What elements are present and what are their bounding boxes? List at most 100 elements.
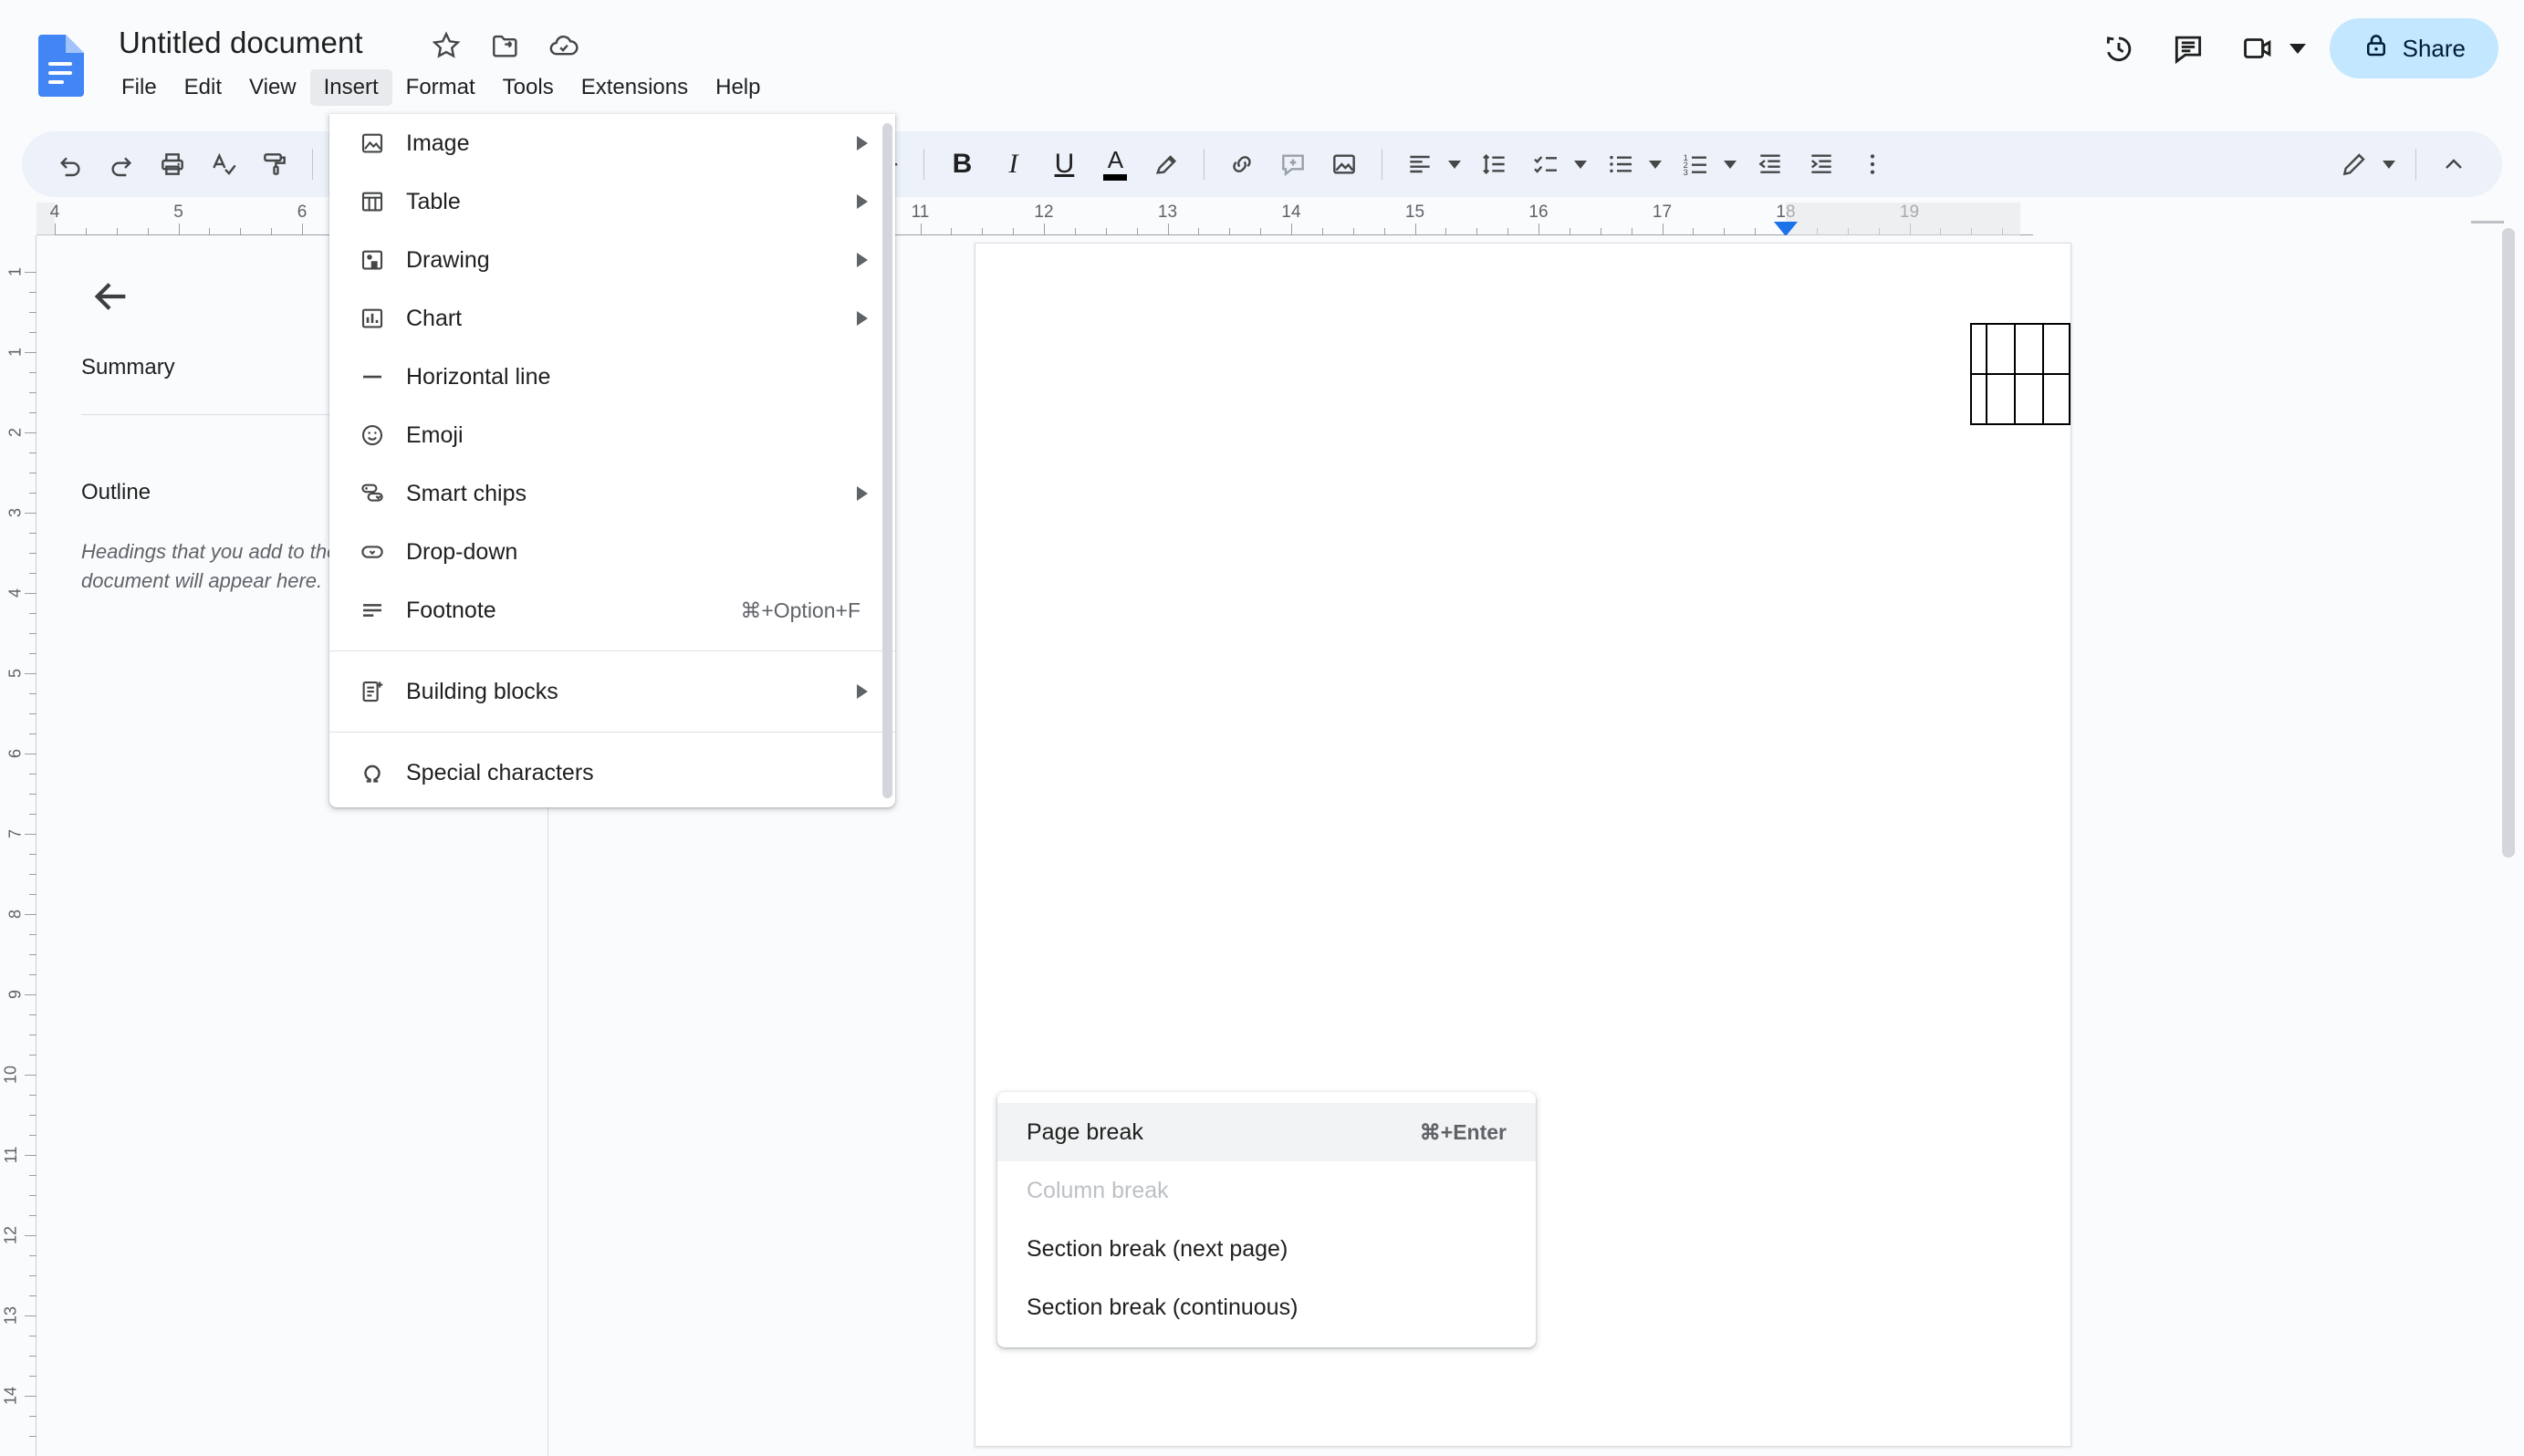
table-row[interactable] (1970, 373, 2071, 425)
chevron-down-icon[interactable] (1649, 160, 1663, 169)
print-icon[interactable] (148, 140, 197, 189)
vruler-minor-tick (29, 1376, 37, 1377)
pencil-icon[interactable] (2330, 140, 2379, 189)
vruler-minor-tick (29, 1175, 37, 1176)
align-left-icon[interactable] (1395, 140, 1445, 189)
insert-menu-item-building-blocks[interactable]: Building blocks (329, 662, 895, 721)
ruler-major-tick (1044, 224, 1045, 235)
menu-help[interactable]: Help (702, 69, 774, 106)
menu-tools[interactable]: Tools (489, 69, 568, 106)
chevron-down-icon[interactable] (1574, 160, 1588, 169)
table-cell[interactable] (1985, 323, 2016, 375)
document-table[interactable] (1970, 323, 2071, 425)
ruler-margin-right (1786, 203, 2021, 235)
chevron-up-icon[interactable] (2429, 140, 2478, 189)
insert-menu-item-chart[interactable]: Chart (329, 289, 895, 348)
insert-menu-item-table[interactable]: Table (329, 172, 895, 231)
bold-button[interactable]: B (937, 140, 986, 189)
chevron-down-icon[interactable] (1724, 160, 1737, 169)
insert-menu-item-horizontal-line[interactable]: Horizontal line (329, 348, 895, 406)
menu-view[interactable]: View (235, 69, 310, 106)
back-arrow-icon[interactable] (90, 276, 132, 317)
menu-edit[interactable]: Edit (171, 69, 235, 106)
insert-menu[interactable]: Image Table Drawing Chart Horizontal line Emo… (329, 114, 895, 807)
table-row[interactable] (1970, 323, 2071, 375)
table-cell[interactable] (2041, 323, 2071, 375)
insert-menu-item-equation[interactable]: 2Equation (329, 802, 895, 807)
decrease-indent-icon[interactable] (1746, 140, 1795, 189)
chevron-down-icon[interactable] (1448, 160, 1462, 169)
vruler-minor-tick (29, 1055, 37, 1056)
table-cell[interactable] (2013, 373, 2044, 425)
insert-menu-item-drop-down[interactable]: Drop-down (329, 523, 895, 581)
table-cell[interactable] (1970, 373, 1987, 425)
vruler-major-tick (25, 834, 37, 835)
break-submenu-item-section-break-next-page[interactable]: Section break (next page) (997, 1220, 1536, 1278)
undo-icon[interactable] (46, 140, 95, 189)
move-to-folder-icon[interactable] (490, 30, 521, 61)
comment-history-icon[interactable] (2158, 18, 2218, 78)
cloud-saved-icon[interactable] (548, 30, 579, 61)
insert-image-icon[interactable] (1319, 140, 1369, 189)
text-color-button[interactable]: A (1090, 140, 1140, 189)
table-cell[interactable] (2041, 373, 2071, 425)
paint-format-icon[interactable] (250, 140, 299, 189)
redo-icon[interactable] (97, 140, 146, 189)
menu-separator (329, 650, 895, 651)
break-submenu-item-page-break[interactable]: Page break ⌘+Enter (997, 1103, 1536, 1161)
docs-logo-icon[interactable] (37, 35, 84, 97)
ruler-label: 15 (1404, 203, 1425, 222)
video-camera-icon[interactable] (2227, 18, 2288, 78)
insert-menu-scrollbar[interactable] (882, 123, 892, 798)
link-icon[interactable] (1217, 140, 1267, 189)
document-title[interactable]: Untitled document (119, 26, 363, 60)
insert-menu-item-special-characters[interactable]: Special characters (329, 744, 895, 802)
spellcheck-icon[interactable] (199, 140, 248, 189)
menu-insert[interactable]: Insert (309, 68, 392, 106)
menu-extensions[interactable]: Extensions (568, 69, 702, 106)
insert-menu-item-image[interactable]: Image (329, 114, 895, 172)
italic-button[interactable]: I (988, 140, 1038, 189)
table-cell[interactable] (2013, 323, 2044, 375)
break-submenu[interactable]: Page break ⌘+Enter Column break Section bre… (997, 1092, 1536, 1347)
numbered-list-icon[interactable]: 123 (1671, 140, 1720, 189)
menu-format[interactable]: Format (392, 69, 489, 106)
outline-empty-hint: Headings that you add to the document wi… (81, 540, 339, 592)
version-history-icon[interactable] (2089, 18, 2149, 78)
insert-menu-list[interactable]: Image Table Drawing Chart Horizontal line Emo… (329, 114, 895, 807)
vertical-ruler[interactable]: 1123456789101112131415 (0, 235, 37, 1456)
header-actions: Share (2089, 18, 2498, 78)
vruler-minor-tick (29, 1115, 37, 1116)
insert-menu-item-emoji[interactable]: Emoji (329, 406, 895, 464)
vruler-minor-tick (29, 312, 37, 313)
chevron-down-icon[interactable] (2289, 43, 2306, 54)
add-comment-icon[interactable] (1268, 140, 1318, 189)
table-cell[interactable] (1985, 373, 2016, 425)
break-submenu-item-section-break-continuous[interactable]: Section break (continuous) (997, 1278, 1536, 1336)
ruler-label: 6 (297, 203, 308, 222)
highlighter-icon[interactable] (1142, 140, 1191, 189)
more-vertical-icon[interactable] (1848, 140, 1897, 189)
vruler-minor-tick (29, 1135, 37, 1136)
vruler-label: 5 (5, 668, 25, 679)
star-icon[interactable] (431, 30, 462, 61)
vruler-minor-tick (29, 493, 37, 494)
vertical-scrollbar-thumb[interactable] (2502, 228, 2515, 858)
insert-menu-item-smart-chips[interactable]: Smart chips (329, 464, 895, 523)
increase-indent-icon[interactable] (1797, 140, 1846, 189)
chevron-down-icon[interactable] (2383, 160, 2395, 169)
table-cell[interactable] (1970, 323, 1987, 375)
lock-icon (2362, 32, 2390, 66)
indent-marker[interactable] (1774, 222, 1798, 236)
bulleted-list-icon[interactable] (1596, 140, 1645, 189)
vruler-minor-tick (29, 1014, 37, 1015)
ruler-minor-tick (1352, 228, 1354, 235)
line-spacing-icon[interactable] (1470, 140, 1519, 189)
underline-button[interactable]: U (1039, 140, 1089, 189)
insert-menu-item-footnote[interactable]: Footnote ⌘+Option+F (329, 581, 895, 640)
checklist-icon[interactable] (1521, 140, 1570, 189)
ruler-label: 12 (1034, 203, 1054, 222)
share-button[interactable]: Share (2329, 18, 2498, 78)
menu-file[interactable]: File (108, 69, 171, 106)
insert-menu-item-drawing[interactable]: Drawing (329, 231, 895, 289)
